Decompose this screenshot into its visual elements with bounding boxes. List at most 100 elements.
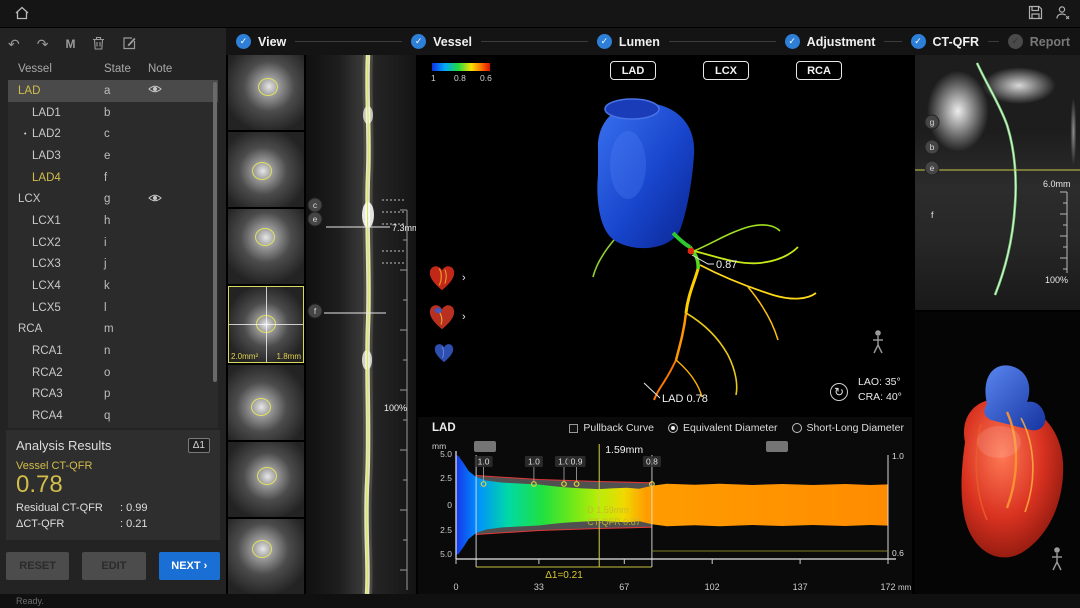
edit-toolbar: ↶ ↷ M xyxy=(8,33,136,55)
lumen-contour-ring xyxy=(258,78,278,96)
vessel-row-lad[interactable]: LADa xyxy=(8,80,218,102)
coronary-tree-3d: 0.87 LAD 0.78 xyxy=(418,55,912,415)
y-tick-label: 5.0 xyxy=(440,549,452,559)
vessel-row-lad3[interactable]: LAD3e xyxy=(8,145,218,167)
vessel-row-lcx[interactable]: LCXg xyxy=(8,188,218,210)
tab-lumen[interactable]: ✓Lumen xyxy=(597,34,660,49)
edit-icon[interactable] xyxy=(122,36,136,52)
delete-icon[interactable] xyxy=(92,36,105,52)
tab-connector xyxy=(988,41,999,42)
heart-preset-1[interactable]: › xyxy=(426,263,466,293)
viewer-3d-panel[interactable]: 1 0.8 0.6 LADLCXRCA xyxy=(418,55,912,415)
branch-bullet: • xyxy=(24,131,26,138)
home-icon[interactable] xyxy=(14,5,30,21)
lumen-contour-ring xyxy=(252,540,272,558)
marker-value: 1.0 xyxy=(478,457,490,467)
cross-section-thumb-7[interactable] xyxy=(228,519,304,594)
vessel-row-lad2[interactable]: •LAD2c xyxy=(8,123,218,145)
diameter-band xyxy=(456,455,888,555)
cpr-marker-f: f xyxy=(931,210,934,220)
next-button[interactable]: NEXT › xyxy=(159,552,220,580)
cross-section-thumb-6[interactable] xyxy=(228,442,304,517)
radio-icon[interactable] xyxy=(668,423,678,433)
vessel-row-lad1[interactable]: LAD1b xyxy=(8,102,218,124)
vessel-state: n xyxy=(104,345,148,357)
radio-icon[interactable] xyxy=(792,423,802,433)
vessel-name: LAD1 xyxy=(8,107,104,119)
range-handle[interactable] xyxy=(766,441,788,452)
vessel-row-lcx3[interactable]: LCX3j xyxy=(8,254,218,276)
range-handle[interactable] xyxy=(474,441,496,452)
heart-3d-panel[interactable] xyxy=(915,312,1080,594)
vessel-row-rca4[interactable]: RCA4q xyxy=(8,405,218,427)
pullback-chart[interactable]: mm5.02.502.55.01.00.61.59mmΔ1=0.21D 1.59… xyxy=(418,439,912,594)
mpr-branch-markers: cef xyxy=(308,198,322,318)
delta-label: Δ1=0.21 xyxy=(545,570,583,581)
x-tick-label: 33 xyxy=(534,582,544,592)
eye-icon[interactable] xyxy=(148,193,162,203)
vessel-state: a xyxy=(104,85,148,97)
vessel-row-rca1[interactable]: RCA1n xyxy=(8,340,218,362)
stenosis-point xyxy=(688,248,695,255)
straightened-mpr-panel[interactable]: 7.3mm 100% cef xyxy=(306,55,416,594)
cross-section-thumb-1[interactable] xyxy=(228,55,304,130)
chart-control-equivalent-diameter[interactable]: Equivalent Diameter xyxy=(668,422,778,434)
measure-tool-button[interactable]: M xyxy=(65,37,75,51)
redo-icon[interactable]: ↷ xyxy=(37,37,49,51)
save-icon[interactable] xyxy=(1028,5,1043,20)
eye-icon[interactable] xyxy=(148,84,162,94)
stenosis-qfr-annotation: 0.87 xyxy=(716,259,737,271)
tab-adjustment[interactable]: ✓Adjustment xyxy=(785,34,876,49)
vessel-row-lcx5[interactable]: LCX5l xyxy=(8,297,218,319)
x-tick-label: 172 xyxy=(880,582,895,592)
chevron-right-icon: › xyxy=(462,272,466,284)
vessel-name: LCX5 xyxy=(8,302,104,314)
cross-section-thumb-3[interactable] xyxy=(228,209,304,284)
cra-angle: CRA: 40° xyxy=(858,390,902,405)
residual-qfr-value: : 0.99 xyxy=(120,502,148,514)
vessel-row-rca2[interactable]: RCA2o xyxy=(8,362,218,384)
heart-blue-icon xyxy=(432,341,456,365)
cross-section-thumb-2[interactable] xyxy=(228,132,304,207)
tab-ct-qfr[interactable]: ✓CT-QFR xyxy=(911,34,980,49)
vessel-state: p xyxy=(104,388,148,400)
mpr-diameter-label: 7.3mm xyxy=(392,223,416,233)
vessel-row-rca[interactable]: RCAm xyxy=(8,319,218,341)
chevron-right-icon: › xyxy=(462,311,466,323)
cross-section-thumb-5[interactable] xyxy=(228,365,304,440)
checkbox-icon[interactable] xyxy=(569,424,578,433)
curved-mpr-panel[interactable]: gbe f 6.0mm 100% xyxy=(915,55,1080,310)
column-header-note: Note xyxy=(148,63,172,75)
rotation-reset-icon[interactable]: ↻ xyxy=(830,383,848,401)
vessel-name: RCA1 xyxy=(8,345,104,357)
projection-angles: LAO: 35° CRA: 40° xyxy=(858,375,902,405)
vessel-row-lad4[interactable]: LAD4f xyxy=(8,167,218,189)
vessel-row-lcx1[interactable]: LCX1h xyxy=(8,210,218,232)
heart-preset-2[interactable]: › xyxy=(426,302,466,332)
user-logout-icon[interactable] xyxy=(1055,5,1071,21)
chart-control-short-long-diameter[interactable]: Short-Long Diameter xyxy=(792,422,904,434)
body-orientation-icon xyxy=(873,330,883,353)
cpr-zoom-label: 100% xyxy=(1045,275,1068,285)
vessel-row-lcx4[interactable]: LCX4k xyxy=(8,275,218,297)
tab-view[interactable]: ✓View xyxy=(236,34,286,49)
action-buttons: RESET EDIT NEXT › xyxy=(6,552,220,580)
vessel-row-lcx2[interactable]: LCX2i xyxy=(8,232,218,254)
vessel-list-scrollbar[interactable] xyxy=(213,82,217,382)
tab-vessel[interactable]: ✓Vessel xyxy=(411,34,472,49)
edit-button[interactable]: EDIT xyxy=(82,552,145,580)
marker-value: 1.0 xyxy=(528,457,540,467)
cpr-branch-markers: gbe xyxy=(925,115,939,175)
cross-section-thumb-4[interactable]: 2.0mm²1.8mm xyxy=(228,286,304,363)
tab-report[interactable]: ✓Report xyxy=(1008,34,1070,49)
heart-preset-3[interactable] xyxy=(426,341,466,365)
svg-text:e: e xyxy=(930,163,935,173)
status-bar: Ready. xyxy=(0,594,1080,608)
undo-icon[interactable]: ↶ xyxy=(8,37,20,51)
x-tick-label: 137 xyxy=(793,582,808,592)
reset-button[interactable]: RESET xyxy=(6,552,69,580)
vessel-note xyxy=(148,84,162,97)
vessel-row-rca3[interactable]: RCA3p xyxy=(8,384,218,406)
chart-control-pullback-curve[interactable]: Pullback Curve xyxy=(569,422,654,434)
vessel-name: RCA4 xyxy=(8,410,104,422)
